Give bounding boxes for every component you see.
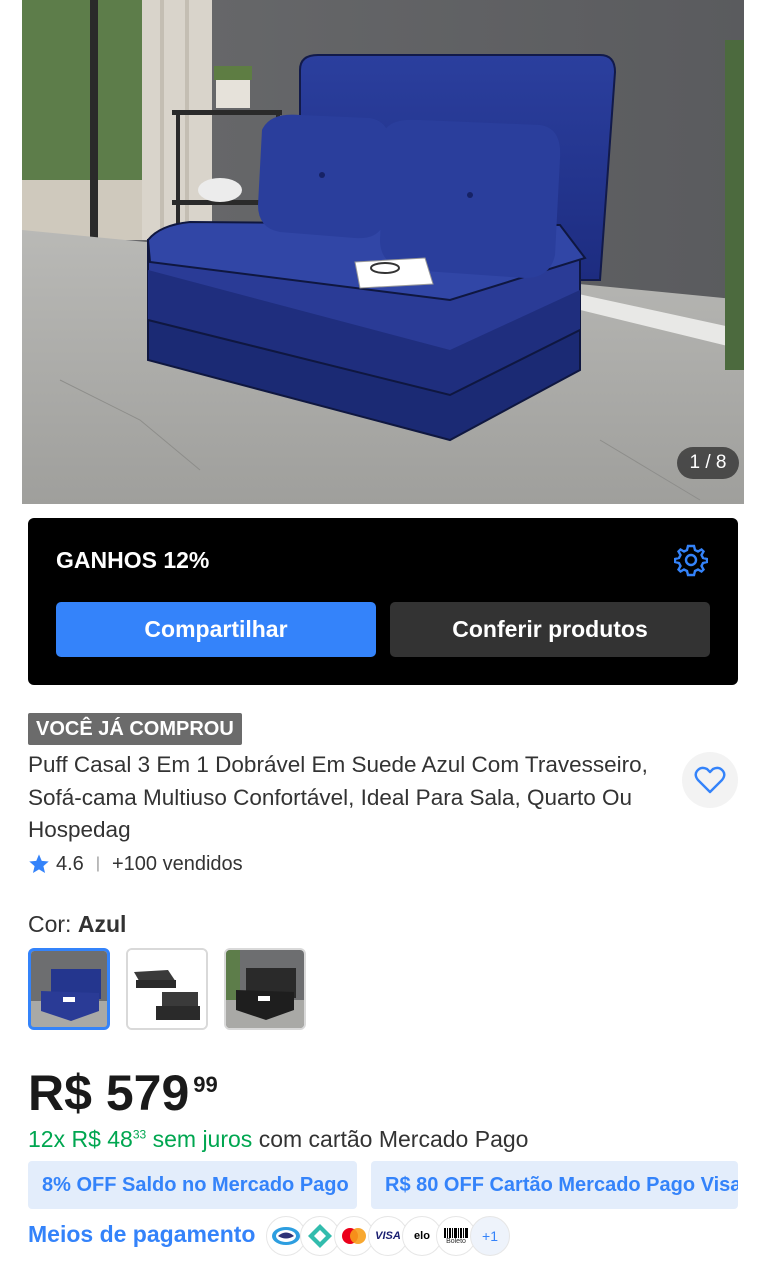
favorite-button[interactable] (682, 752, 738, 808)
visa-text: VISA (375, 1230, 401, 1242)
color-label-text: Cor: (28, 911, 72, 937)
pix-logo (308, 1224, 332, 1248)
price-currency: R$ (28, 1065, 92, 1121)
promo-mercado-pago-visa[interactable]: R$ 80 OFF Cartão Mercado Pago Visa (371, 1161, 738, 1209)
payment-icons[interactable]: VISA elo Boleto +1 (266, 1216, 510, 1256)
mercadopago-logo (272, 1227, 300, 1245)
blue-sofa-thumbnail (31, 951, 107, 1027)
rating-row[interactable]: 4.6 | +100 vendidos (28, 850, 243, 878)
mastercard-logo (342, 1228, 366, 1244)
color-value: Azul (77, 911, 127, 937)
heart-icon (694, 766, 726, 794)
purchased-badge: VOCÊ JÁ COMPROU (28, 713, 242, 745)
star-icon (29, 854, 49, 873)
product-gallery[interactable]: 1 / 8 (0, 0, 766, 504)
price-integer: 579 (105, 1065, 190, 1121)
black-room-thumbnail (226, 950, 304, 1028)
installments-amount: 12x R$ 48 (28, 1126, 133, 1152)
rating-value: 4.6 (56, 852, 84, 875)
check-products-button[interactable]: Conferir produtos (390, 602, 710, 657)
promo-mercado-pago-balance[interactable]: 8% OFF Saldo no Mercado Pago (28, 1161, 357, 1209)
sold-count: +100 vendidos (111, 852, 243, 875)
installments-cents: 33 (132, 1127, 147, 1142)
barcode-icon (444, 1227, 468, 1238)
black-sofa-thumbnail (128, 950, 206, 1028)
product-image (22, 0, 744, 504)
product-title: Puff Casal 3 Em 1 Dobrável Em Suede Azul… (28, 752, 648, 842)
installments: 12x R$ 4833 sem juros com cartão Mercado… (28, 1126, 528, 1153)
more-payment-methods[interactable]: +1 (470, 1216, 510, 1256)
gear-icon[interactable] (674, 543, 708, 577)
color-option-black-studio[interactable] (126, 948, 208, 1030)
installments-interest: sem juros (152, 1126, 253, 1152)
color-label: Cor: Azul (28, 911, 126, 938)
boleto-text: Boleto (446, 1237, 466, 1245)
payment-methods-link[interactable]: Meios de pagamento (28, 1221, 255, 1248)
installments-card: com cartão Mercado Pago (258, 1126, 529, 1152)
price-cents: 99 (193, 1072, 218, 1097)
earnings-title: GANHOS 12% (56, 547, 210, 573)
price: R$ 579 99 (28, 1064, 218, 1122)
share-button[interactable]: Compartilhar (56, 602, 376, 657)
color-option-blue[interactable] (28, 948, 110, 1030)
color-option-black-room[interactable] (224, 948, 306, 1030)
divider: | (95, 855, 100, 872)
elo-text: elo (414, 1230, 430, 1242)
gallery-counter: 1 / 8 (677, 447, 739, 479)
affiliate-panel: GANHOS 12% Compartilhar Conferir produto… (28, 518, 738, 685)
